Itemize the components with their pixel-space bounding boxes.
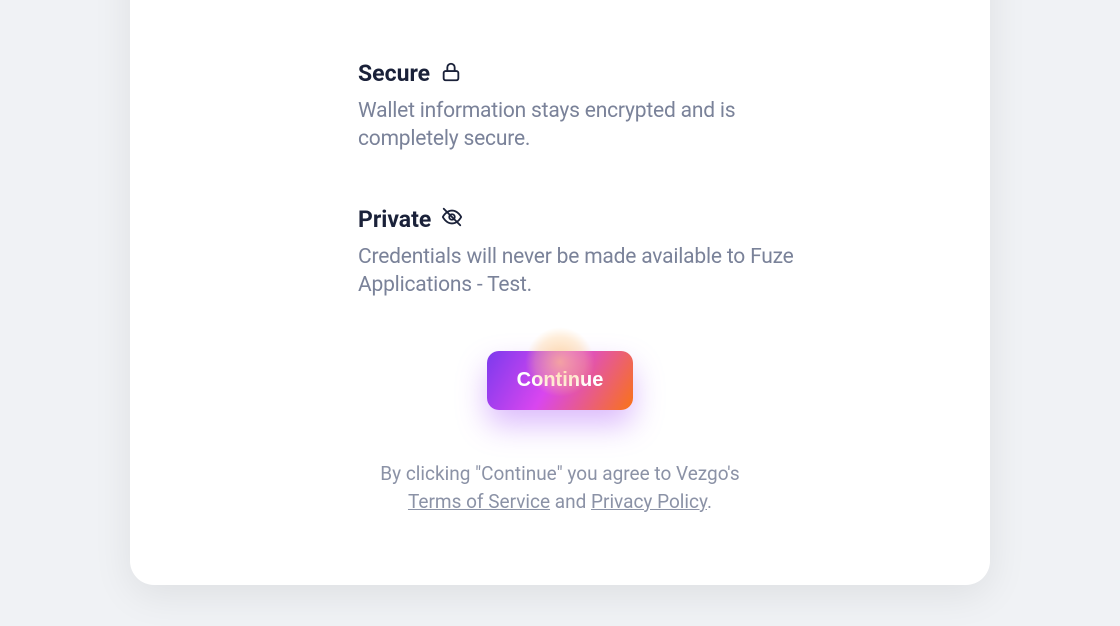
secure-title: Secure	[358, 60, 430, 87]
legal-suffix: .	[707, 490, 712, 513]
lock-icon	[440, 61, 462, 87]
content-area: Secure Wallet information stays encrypte…	[358, 0, 818, 299]
consent-card: Secure Wallet information stays encrypte…	[130, 0, 990, 585]
private-title: Private	[358, 206, 431, 233]
button-container: Continue	[190, 351, 930, 410]
private-body: Credentials will never be made available…	[358, 243, 818, 300]
private-header: Private	[358, 206, 818, 233]
private-section: Private Credentials will never be made a…	[358, 206, 818, 300]
secure-header: Secure	[358, 60, 818, 87]
terms-of-service-link[interactable]: Terms of Service	[408, 490, 550, 513]
legal-text: By clicking "Continue" you agree to Vezg…	[190, 460, 930, 515]
privacy-policy-link[interactable]: Privacy Policy	[591, 490, 707, 513]
secure-body: Wallet information stays encrypted and i…	[358, 97, 818, 154]
secure-section: Secure Wallet information stays encrypte…	[358, 60, 818, 154]
continue-button[interactable]: Continue	[487, 351, 634, 410]
legal-prefix: By clicking "Continue" you agree to Vezg…	[380, 462, 739, 485]
eye-off-icon	[441, 206, 463, 232]
legal-connector: and	[550, 490, 591, 513]
